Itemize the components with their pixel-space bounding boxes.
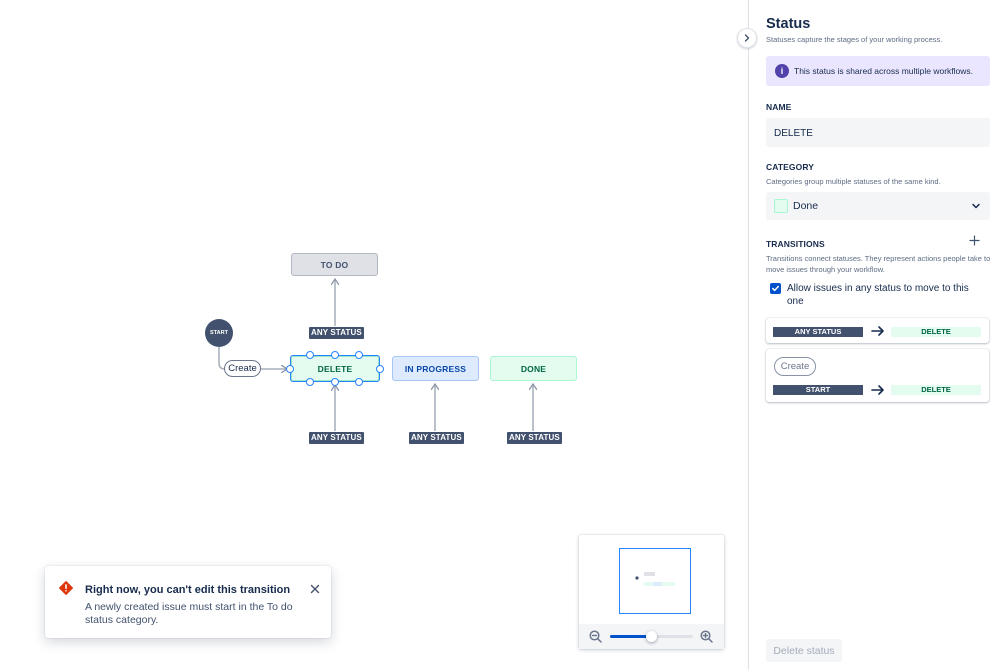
delete-status-button[interactable]: Delete status bbox=[766, 639, 842, 662]
status-node-in-progress[interactable]: IN PROGRESS bbox=[392, 356, 479, 381]
chevron-right-icon bbox=[744, 34, 750, 42]
arrow-right-icon bbox=[871, 326, 884, 336]
any-status-tag[interactable]: ANY STATUS bbox=[507, 432, 562, 444]
status-node-done[interactable]: DONE bbox=[490, 356, 577, 381]
category-color-swatch bbox=[774, 199, 788, 213]
status-name-field[interactable]: DELETE bbox=[766, 118, 990, 147]
error-icon bbox=[59, 581, 73, 595]
any-status-tag[interactable]: ANY STATUS bbox=[309, 327, 364, 339]
close-icon[interactable] bbox=[309, 583, 321, 595]
any-status-tag[interactable]: ANY STATUS bbox=[409, 432, 464, 444]
toast-title: Right now, you can't edit this transitio… bbox=[85, 584, 291, 596]
error-toast: Right now, you can't edit this transitio… bbox=[45, 566, 331, 638]
collapse-panel-button[interactable] bbox=[737, 28, 757, 48]
status-node-todo[interactable]: TO DO bbox=[291, 253, 378, 276]
transition-from: START bbox=[773, 385, 863, 395]
category-description: Categories group multiple statuses of th… bbox=[766, 177, 941, 186]
allow-any-status-checkbox[interactable] bbox=[770, 283, 781, 294]
shared-status-info: i This status is shared across multiple … bbox=[766, 56, 990, 86]
zoom-slider-handle[interactable] bbox=[646, 631, 657, 642]
transitions-description: Transitions connect statuses. They repre… bbox=[766, 254, 991, 274]
connection-handle[interactable] bbox=[355, 378, 363, 386]
category-label: CATEGORY bbox=[766, 162, 815, 172]
transition-name-chip: Create bbox=[774, 357, 816, 376]
connection-handle[interactable] bbox=[331, 378, 339, 386]
category-select[interactable]: Done bbox=[766, 192, 990, 220]
workflow-canvas[interactable]: TO DO DELETE IN PROGRESS DONE ANY STATUS… bbox=[0, 0, 748, 670]
zoom-controls bbox=[579, 624, 724, 649]
zoom-in-icon[interactable] bbox=[700, 630, 713, 643]
transition-from: ANY STATUS bbox=[773, 327, 863, 337]
transition-card[interactable]: ANY STATUS DELETE bbox=[766, 318, 989, 343]
minimap-viewport[interactable] bbox=[619, 548, 691, 614]
connection-handle[interactable] bbox=[306, 378, 314, 386]
panel-title: Status bbox=[766, 16, 811, 32]
info-message: This status is shared across multiple wo… bbox=[794, 66, 974, 76]
allow-any-status-label[interactable]: Allow issues in any status to move to th… bbox=[787, 282, 987, 308]
zoom-out-icon[interactable] bbox=[589, 630, 602, 643]
toast-message: A newly created issue must start in the … bbox=[85, 601, 293, 626]
zoom-slider[interactable] bbox=[610, 631, 693, 642]
arrow-right-icon bbox=[871, 385, 884, 395]
transition-to: DELETE bbox=[891, 327, 981, 337]
connection-handle[interactable] bbox=[376, 365, 384, 373]
checkmark-icon bbox=[772, 285, 780, 292]
transitions-label: TRANSITIONS bbox=[766, 239, 825, 249]
panel-subtitle: Statuses capture the stages of your work… bbox=[766, 35, 943, 44]
connection-handle[interactable] bbox=[355, 351, 363, 359]
minimap[interactable] bbox=[579, 535, 724, 649]
name-label: NAME bbox=[766, 102, 792, 112]
transition-card[interactable]: Create START DELETE bbox=[766, 349, 989, 402]
start-node[interactable]: START bbox=[205, 319, 233, 347]
category-value: Done bbox=[793, 200, 819, 212]
connection-handle[interactable] bbox=[306, 351, 314, 359]
chevron-down-icon bbox=[972, 203, 980, 209]
info-icon: i bbox=[775, 64, 789, 78]
connection-handle[interactable] bbox=[286, 365, 294, 373]
status-details-panel: Status Statuses capture the stages of yo… bbox=[748, 0, 999, 670]
create-transition-pill[interactable]: Create bbox=[224, 360, 261, 377]
any-status-tag[interactable]: ANY STATUS bbox=[309, 432, 364, 444]
connection-handle[interactable] bbox=[331, 351, 339, 359]
add-transition-plus-icon[interactable] bbox=[969, 235, 980, 246]
transition-to: DELETE bbox=[891, 385, 981, 395]
